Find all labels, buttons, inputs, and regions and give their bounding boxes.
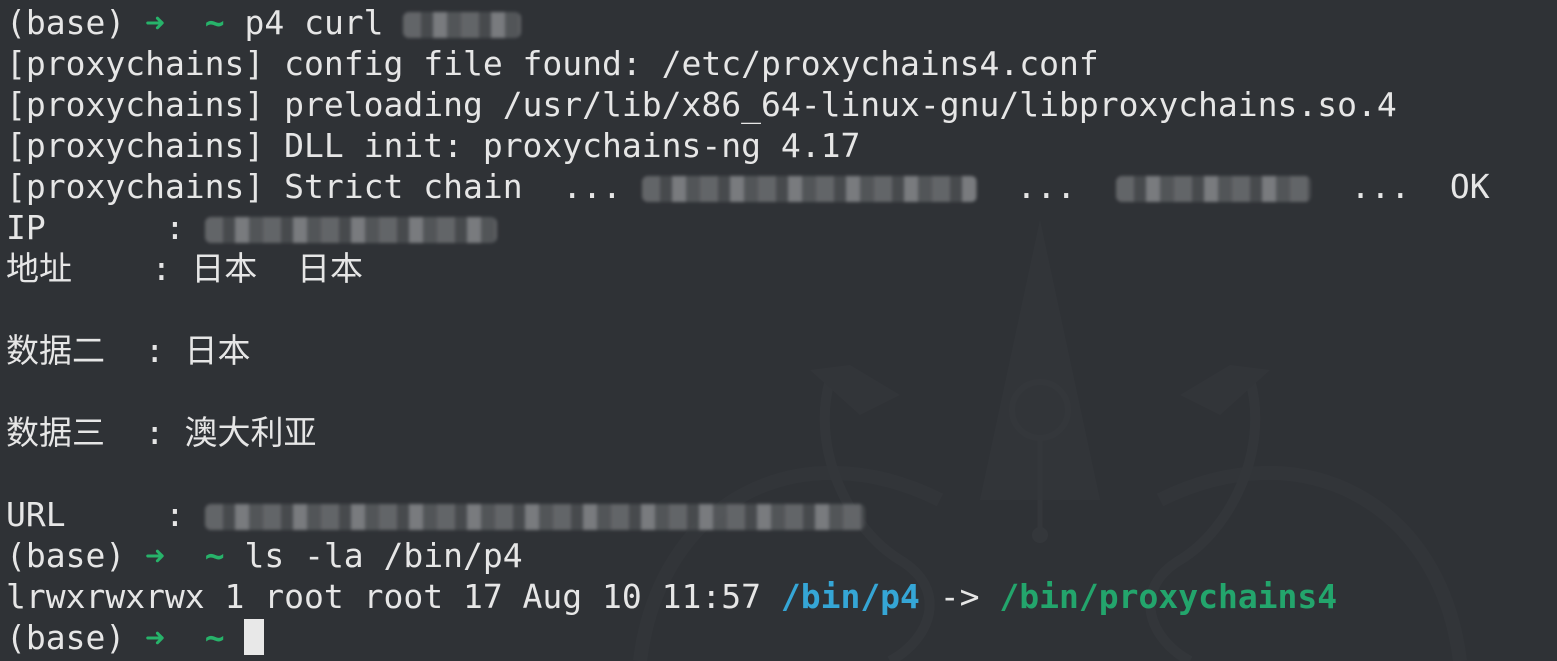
symlink-arrow: -> (919, 577, 1000, 616)
prompt-arrow-icon: ➜ (145, 618, 165, 657)
prompt-line: (base) ➜ ~ p4 curl (6, 2, 1557, 43)
active-prompt-line[interactable]: (base) ➜ ~ (6, 617, 1557, 658)
ls-output-line: lrwxrwxrwx 1 root root 17 Aug 10 11:57 /… (6, 576, 1557, 617)
output-line: [proxychains] preloading /usr/lib/x86_64… (6, 85, 1397, 124)
data2-label: 数据二 : (6, 331, 185, 370)
output-line: [proxychains] config file found: /etc/pr… (6, 44, 1099, 83)
data2-line: 数据二 : 日本 (6, 330, 1557, 371)
ip-line: IP : (6, 207, 1557, 248)
redacted-host (1115, 175, 1311, 202)
redacted-url (403, 11, 522, 38)
address-value: 日本 日本 (191, 249, 363, 288)
command-text: ls -la /bin/p4 (244, 536, 523, 575)
output-line: [proxychains] Strict chain ... ... ... O… (6, 166, 1557, 207)
chain-status: ... OK (1310, 167, 1490, 206)
data2-value: 日本 (184, 331, 251, 370)
data3-value: 澳大利亚 (184, 413, 317, 452)
address-label: 地址 : (6, 249, 192, 288)
command-text: p4 curl (244, 3, 384, 42)
redacted-ip (204, 216, 497, 243)
redacted-url (204, 503, 865, 530)
redacted-proxy (641, 175, 977, 202)
ls-attributes: lrwxrwxrwx 1 root root 17 Aug 10 11:57 (6, 577, 781, 616)
chain-separator: ... (976, 167, 1116, 206)
text-cursor[interactable] (244, 619, 265, 655)
conda-env-label: (base) (6, 618, 126, 657)
prompt-dir: ~ (204, 536, 225, 575)
conda-env-label: (base) (6, 3, 126, 42)
prompt-arrow-icon: ➜ (145, 3, 165, 42)
conda-env-label: (base) (6, 536, 126, 575)
data3-line: 数据三 : 澳大利亚 (6, 412, 1557, 453)
ip-label: IP : (6, 208, 205, 247)
url-label: URL : (6, 495, 205, 534)
terminal-output: (base) ➜ ~ p4 curl [proxychains] config … (6, 2, 1557, 658)
address-line: 地址 : 日本 日本 (6, 248, 1557, 289)
output-line: [proxychains] DLL init: proxychains-ng 4… (6, 126, 861, 165)
data3-label: 数据三 : (6, 413, 185, 452)
prompt-arrow-icon: ➜ (145, 536, 165, 575)
terminal-window[interactable]: (base) ➜ ~ p4 curl [proxychains] config … (0, 0, 1557, 661)
chain-prefix: [proxychains] Strict chain ... (6, 167, 642, 206)
prompt-dir: ~ (204, 618, 225, 657)
symlink-target: /bin/proxychains4 (999, 577, 1338, 616)
symlink-name: /bin/p4 (780, 577, 920, 616)
prompt-line: (base) ➜ ~ ls -la /bin/p4 (6, 535, 1557, 576)
url-line: URL : (6, 494, 1557, 535)
prompt-dir: ~ (204, 3, 225, 42)
